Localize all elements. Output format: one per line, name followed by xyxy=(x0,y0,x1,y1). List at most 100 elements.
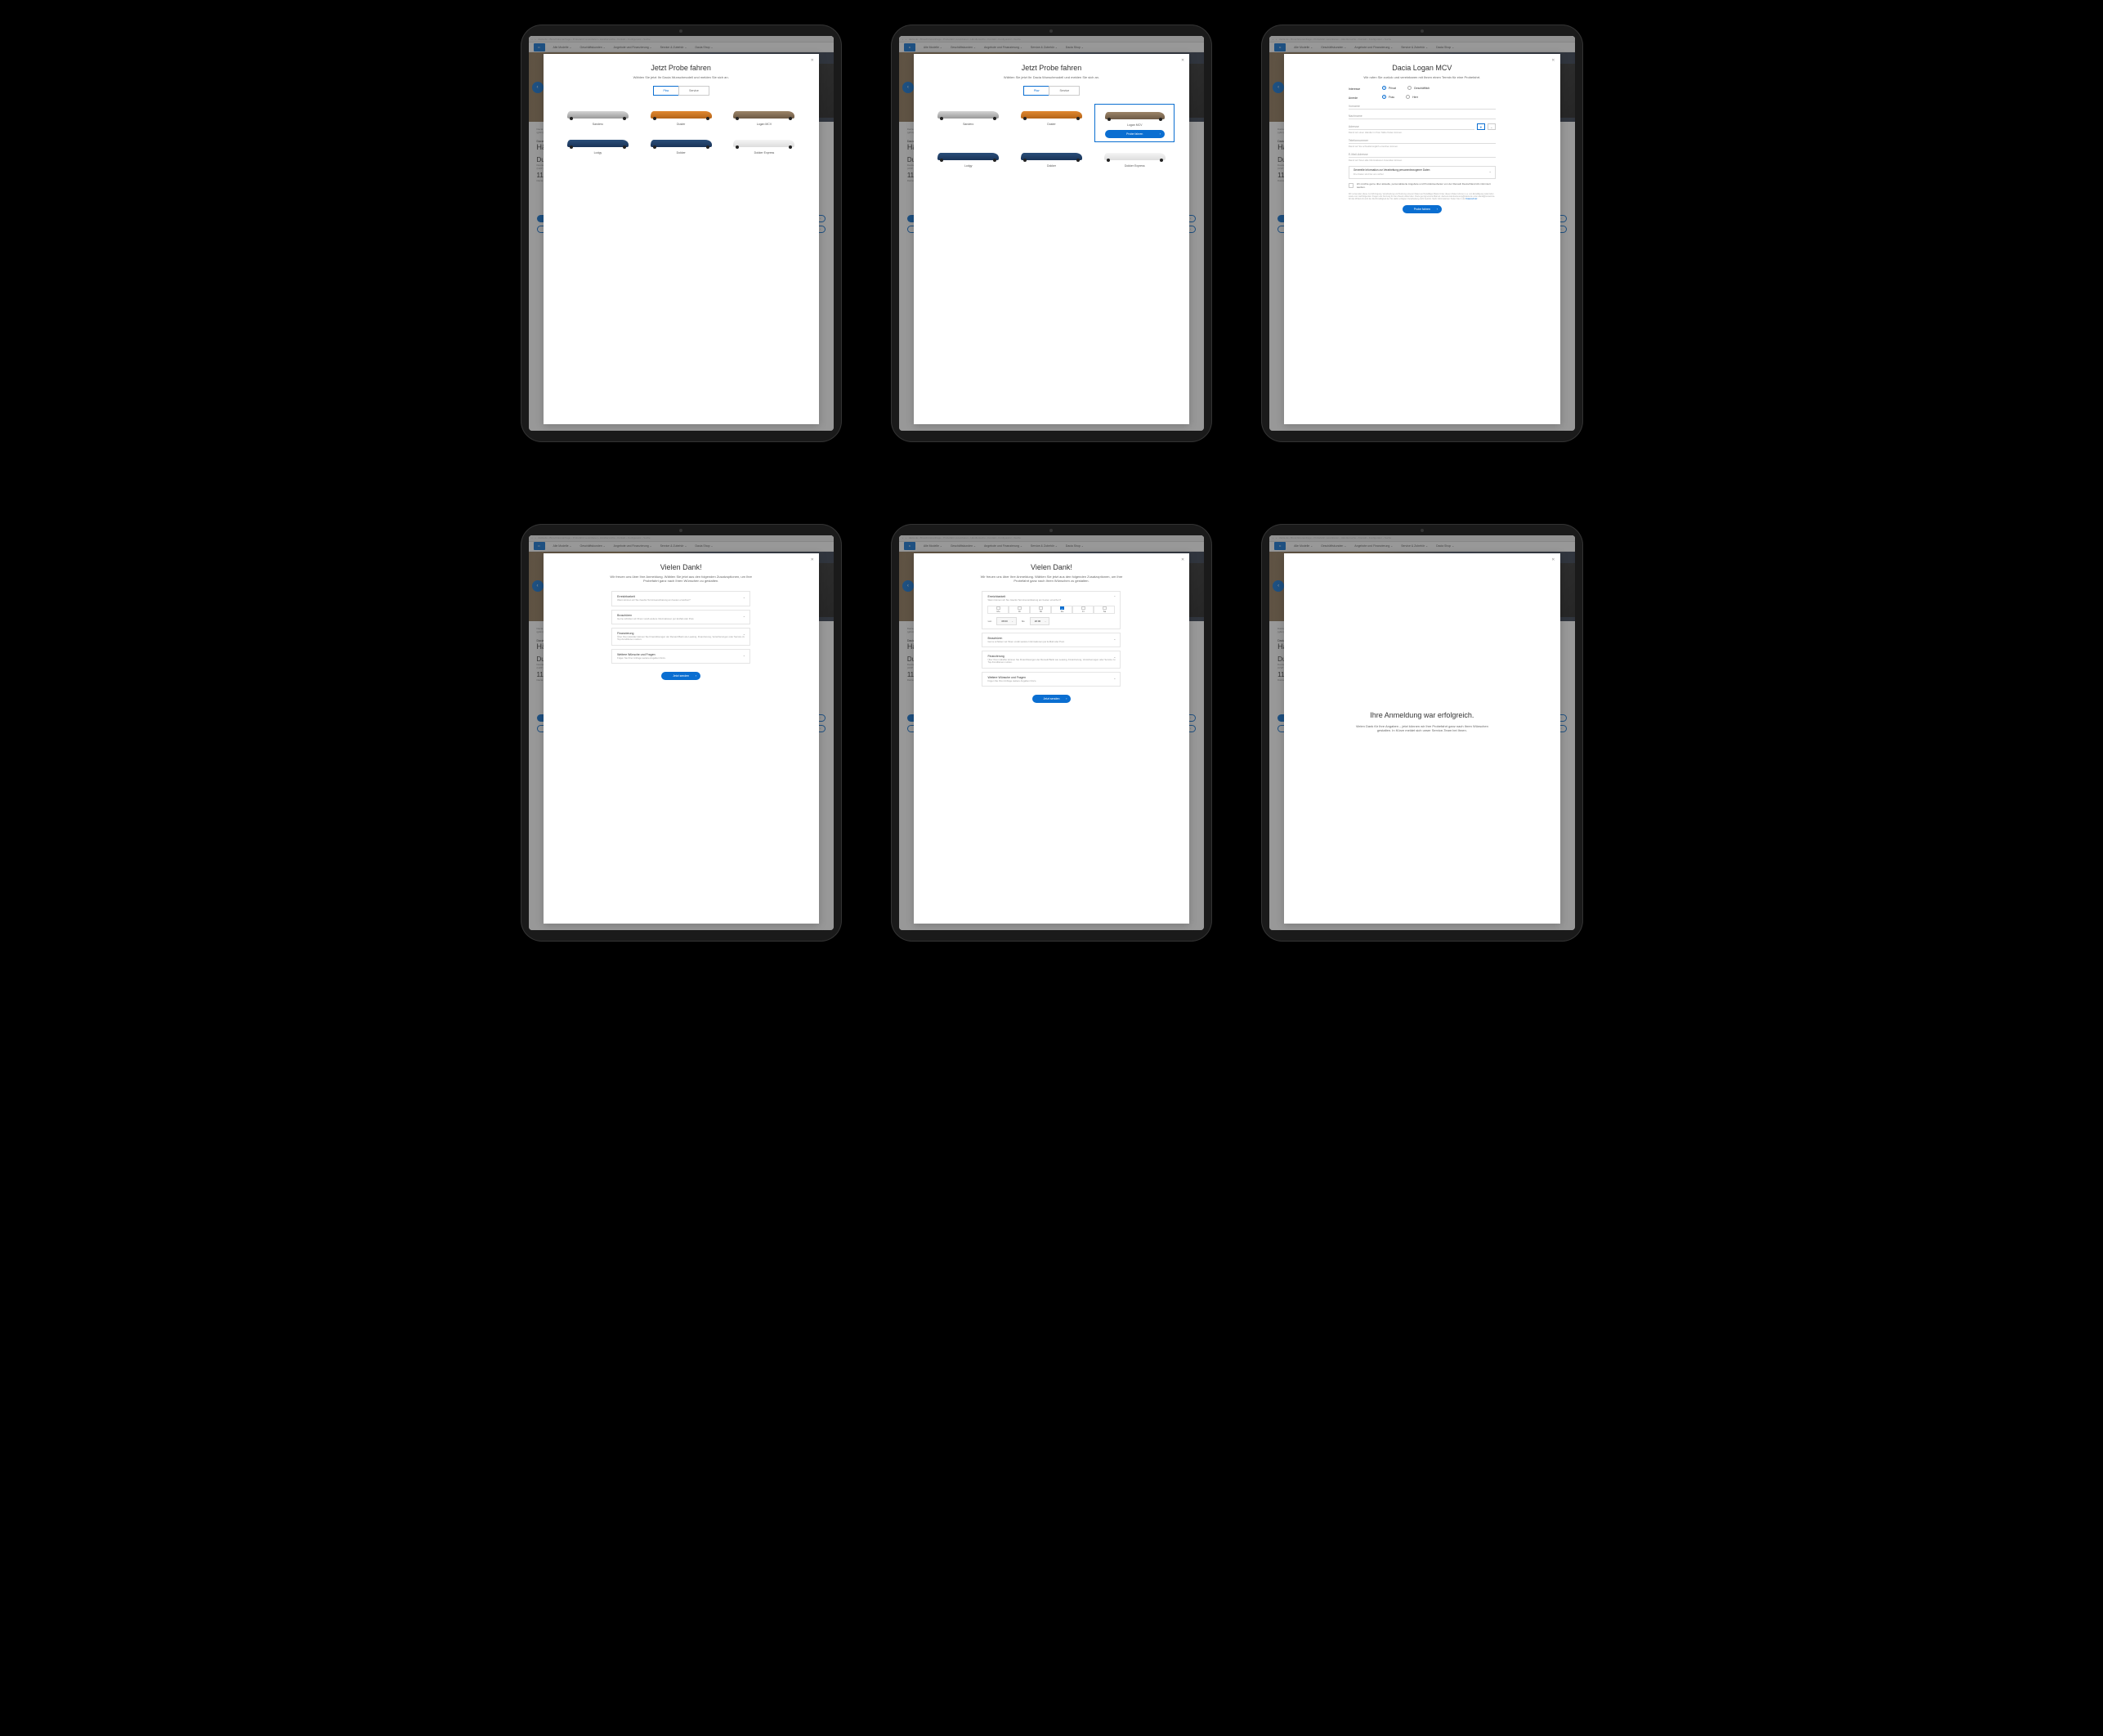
adresse-hint: Damit wir einen Händler in Ihrer Nähe fi… xyxy=(1349,131,1496,134)
car-option-dokker[interactable]: Dokker xyxy=(1012,145,1092,171)
day-do[interactable]: Do xyxy=(1051,606,1072,614)
close-icon[interactable]: ✕ xyxy=(811,58,814,63)
accordion-erreichbarkeit[interactable]: ErreichbarkeitWann können wir Sie zwecks… xyxy=(982,591,1121,629)
accordion-brosch-ren[interactable]: BroschürenGerne schicken wir Ihnen vorab… xyxy=(611,610,750,624)
modal-subtitle: Wir freuen uns über Ihre Anmeldung. Wähl… xyxy=(607,575,754,583)
submit-button[interactable]: Probe fahren xyxy=(1403,205,1442,213)
close-icon[interactable]: ✕ xyxy=(811,557,814,562)
time-from-label: von xyxy=(987,620,991,623)
success-title: Ihre Anmeldung war erfolgreich. xyxy=(1299,711,1545,719)
car-option-label: Duster xyxy=(1013,123,1090,126)
day-sa[interactable]: Sa xyxy=(1094,606,1115,614)
radio-frau[interactable]: Frau xyxy=(1382,95,1394,99)
radio-geschaeftlich[interactable]: Geschäftlich xyxy=(1407,86,1430,90)
anrede-label: Anrede xyxy=(1349,96,1381,100)
close-icon[interactable]: ✕ xyxy=(1181,557,1184,562)
car-option-lodgy[interactable]: Lodgy xyxy=(928,145,1009,171)
modal-subtitle: Wir rufen Sie zurück und vereinbaren mit… xyxy=(1349,75,1496,79)
email-field[interactable]: E-Mail-Adresse xyxy=(1349,152,1496,158)
car-option-lodgy[interactable]: Lodgy xyxy=(558,132,638,158)
accordion-erreichbarkeit[interactable]: ErreichbarkeitWann können wir Sie zwecks… xyxy=(611,591,750,606)
car-option-label: Sandero xyxy=(560,123,637,126)
day-fr[interactable]: Fr xyxy=(1072,606,1094,614)
modal-title: Vielen Dank! xyxy=(558,563,804,571)
modal-subtitle: Wählen Sie jetzt Ihr Dacia Wunschmodell … xyxy=(978,75,1125,79)
close-icon[interactable]: ✕ xyxy=(1551,58,1555,63)
segment-service[interactable]: Service xyxy=(1049,86,1080,96)
vorname-field[interactable]: Vorname xyxy=(1349,104,1496,110)
car-option-sandero[interactable]: Sandero xyxy=(558,104,638,129)
accordion-finanzierung[interactable]: FinanzierungÜber Ihren Händler können Si… xyxy=(611,628,750,646)
time-from-select[interactable]: 08:00 xyxy=(996,617,1017,625)
day-mo[interactable]: Mo xyxy=(987,606,1009,614)
modal-title: Vielen Dank! xyxy=(928,563,1175,571)
car-option-logan-mcv[interactable]: Logan MCV xyxy=(724,104,804,129)
segment-pkw[interactable]: Pkw xyxy=(1023,86,1049,96)
nachname-field[interactable]: Nachname xyxy=(1349,114,1496,119)
segmented-control[interactable]: Pkw Service xyxy=(928,86,1175,96)
tablet-screen: ‹›dacia.de › Broschürenanfrage › Probefa… xyxy=(1269,535,1574,930)
accordion-weitere-w-nsche-und-fragen[interactable]: Weitere Wünsche und FragenFügen Sie Ihre… xyxy=(611,649,750,664)
modal-title: Jetzt Probe fahren xyxy=(928,64,1175,72)
car-option-label: Lodgy xyxy=(560,151,637,154)
day-mi[interactable]: Mi xyxy=(1030,606,1051,614)
accordion-brosch-ren[interactable]: BroschürenGerne schicken wir Ihnen vorab… xyxy=(982,633,1121,647)
modal-test-drive: ✕ Jetzt Probe fahren Wählen Sie jetzt Ih… xyxy=(914,54,1189,424)
send-button[interactable]: Jetzt senden xyxy=(1032,695,1072,703)
tablet-screen: ‹›dacia.de › Broschürenanfrage › Probefa… xyxy=(899,535,1204,930)
address-dropdown[interactable]: ⌄ xyxy=(1488,123,1496,130)
segment-pkw[interactable]: Pkw xyxy=(653,86,679,96)
tablet-screen: ‹›dacia.de › Broschürenanfrage › Probefa… xyxy=(899,36,1204,431)
email-hint: Damit wir Ihnen alle Informationen zusen… xyxy=(1349,159,1496,162)
car-option-label: Sandero xyxy=(930,123,1007,126)
modal-title: Jetzt Probe fahren xyxy=(558,64,804,72)
send-button[interactable]: Jetzt senden xyxy=(661,672,700,680)
radio-herr[interactable]: Herr xyxy=(1406,95,1418,99)
legal-text: Wir verwenden diese zur Erbringung, Vera… xyxy=(1349,193,1496,200)
newsletter-label: Ich möchte gerne über aktuelle, personal… xyxy=(1357,183,1496,190)
newsletter-checkbox[interactable] xyxy=(1349,183,1354,188)
accordion-finanzierung[interactable]: FinanzierungÜber Ihren Händler können Si… xyxy=(982,651,1121,669)
modal-test-drive: ✕ Jetzt Probe fahren Wählen Sie jetzt Ih… xyxy=(544,54,819,424)
day-di[interactable]: Di xyxy=(1009,606,1030,614)
tablet-mockup-5: ‹›dacia.de › Broschürenanfrage › Probefa… xyxy=(891,524,1212,942)
interesse-label: Interesse xyxy=(1349,87,1381,91)
tablet-mockup-2: ‹›dacia.de › Broschürenanfrage › Probefa… xyxy=(891,25,1212,442)
tablet-screen: ‹›dacia.de › Broschürenanfrage › Probefa… xyxy=(1269,36,1574,431)
time-to-select[interactable]: 20:00 xyxy=(1030,617,1050,625)
test-drive-button[interactable]: Probe fahren xyxy=(1105,130,1165,138)
privacy-link[interactable]: Datenschutz xyxy=(1466,198,1478,200)
close-icon[interactable]: ✕ xyxy=(1551,557,1555,562)
car-option-label: Lodgy xyxy=(930,164,1007,168)
close-icon[interactable]: ✕ xyxy=(1181,58,1184,63)
car-option-label: Logan MCV xyxy=(726,123,803,126)
modal-subtitle: Wir freuen uns über Ihre Anmeldung. Wähl… xyxy=(978,575,1125,583)
adresse-field[interactable]: Adresse xyxy=(1349,124,1474,130)
tablet-mockup-6: ‹›dacia.de › Broschürenanfrage › Probefa… xyxy=(1261,524,1582,942)
car-option-label: Dokker Express xyxy=(1096,164,1173,168)
modal-thanks: ✕ Vielen Dank! Wir freuen uns über Ihre … xyxy=(544,553,819,924)
car-option-label: Dokker xyxy=(1013,164,1090,168)
privacy-select[interactable]: Generelle Information zur Verarbeitung p… xyxy=(1349,166,1496,179)
car-option-dokker-express[interactable]: Dokker Express xyxy=(1094,145,1175,171)
car-option-dokker-express[interactable]: Dokker Express xyxy=(724,132,804,158)
car-option-label: Logan MCV xyxy=(1097,123,1172,127)
car-option-duster[interactable]: Duster xyxy=(641,104,721,129)
car-option-logan-mcv[interactable]: Logan MCV Probe fahren xyxy=(1094,104,1175,142)
car-option-sandero[interactable]: Sandero xyxy=(928,104,1009,142)
modal-success: ✕ Ihre Anmeldung war erfolgreich. Vielen… xyxy=(1284,553,1559,924)
segmented-control[interactable]: Pkw Service xyxy=(558,86,804,96)
time-to-label: bis xyxy=(1022,620,1025,623)
tablet-mockup-4: ‹›dacia.de › Broschürenanfrage › Probefa… xyxy=(521,524,842,942)
car-option-duster[interactable]: Duster xyxy=(1012,104,1092,142)
radio-privat[interactable]: Privat xyxy=(1382,86,1396,90)
car-option-label: Dokker Express xyxy=(726,151,803,154)
accordion-weitere-w-nsche-und-fragen[interactable]: Weitere Wünsche und FragenFügen Sie Ihre… xyxy=(982,672,1121,687)
segment-service[interactable]: Service xyxy=(678,86,709,96)
locate-icon[interactable]: ⌖ xyxy=(1477,123,1485,130)
tablet-screen: ‹›dacia.de › Broschürenanfrage › Probefa… xyxy=(529,36,834,431)
car-option-dokker[interactable]: Dokker xyxy=(641,132,721,158)
modal-thanks: ✕ Vielen Dank! Wir freuen uns über Ihre … xyxy=(914,553,1189,924)
telefon-field[interactable]: Telefonnummer xyxy=(1349,138,1496,144)
tablet-mockup-1: ‹›dacia.de › Broschürenanfrage › Probefa… xyxy=(521,25,842,442)
